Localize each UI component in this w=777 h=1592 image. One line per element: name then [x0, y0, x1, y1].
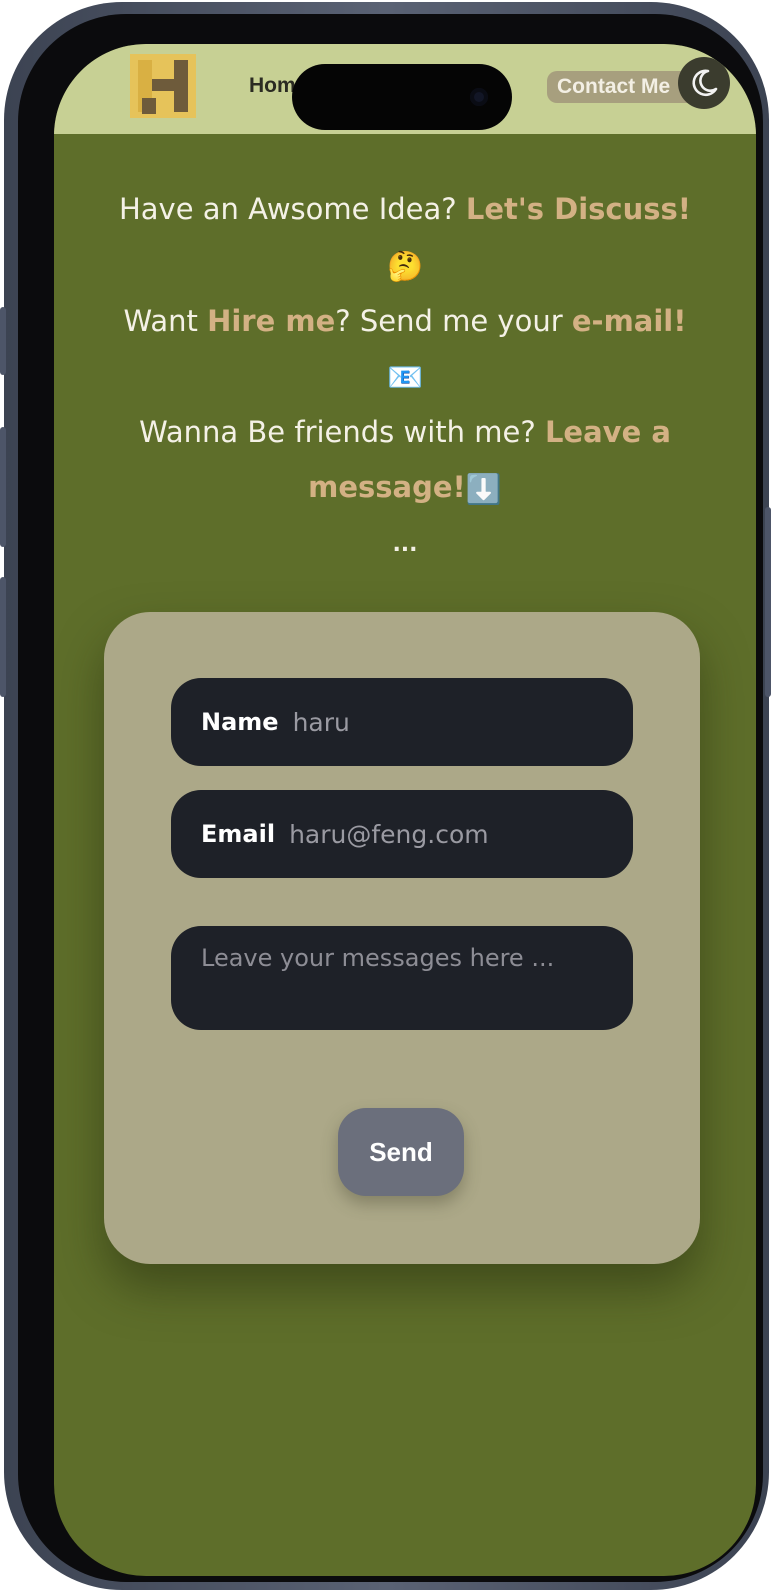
theme-toggle-button[interactable] — [678, 57, 730, 109]
phone-frame: Hom Contact Me Have an Awsome Idea? Let'… — [0, 2, 771, 1590]
message-field[interactable] — [171, 926, 633, 1030]
hire-me-highlight: Hire me — [207, 303, 336, 338]
name-field[interactable]: Name — [171, 678, 633, 766]
send-button[interactable]: Send — [338, 1108, 464, 1196]
ellipsis: ... — [392, 531, 418, 557]
phone-bezel: Hom Contact Me Have an Awsome Idea? Let'… — [18, 14, 763, 1582]
intro-line-2-text-a: Want — [123, 303, 208, 338]
name-input[interactable] — [292, 707, 573, 737]
email-input[interactable] — [289, 819, 570, 849]
message-textarea[interactable] — [201, 944, 601, 1014]
action-button — [0, 307, 6, 375]
intro-line-3: Wanna Be friends with me? Leave a messag… — [74, 405, 736, 517]
envelope-icon: 📧 — [386, 360, 424, 394]
intro-line-2-text-b: ? Send me your — [335, 303, 572, 338]
intro-line-3-text: Wanna Be friends with me? — [139, 415, 545, 449]
email-highlight: e-mail! — [571, 303, 687, 338]
lets-discuss-highlight: Let's Discuss! — [465, 192, 691, 226]
logo[interactable] — [130, 54, 196, 118]
volume-down-button — [0, 577, 6, 697]
intro-line-1: Have an Awsome Idea? Let's Discuss! — [74, 182, 736, 237]
down-arrow-icon: ⬇️ — [465, 471, 502, 506]
thinking-face-icon: 🤔 — [386, 248, 424, 283]
name-label: Name — [201, 708, 279, 736]
screen: Hom Contact Me Have an Awsome Idea? Let'… — [54, 44, 756, 1576]
intro-line-2: Want Hire me? Send me your e-mail! — [74, 294, 736, 349]
intro-line-2-emoji-row: 📧 — [74, 349, 736, 406]
volume-up-button — [0, 427, 6, 547]
intro-text: Have an Awsome Idea? Let's Discuss! 🤔 Wa… — [74, 182, 736, 572]
email-label: Email — [201, 820, 276, 848]
intro-line-1-text: Have an Awsome Idea? — [118, 192, 466, 226]
power-button — [765, 507, 771, 697]
moon-icon — [692, 69, 718, 97]
nav-home-link[interactable]: Hom — [249, 74, 296, 98]
intro-line-1-emoji-row: 🤔 — [74, 237, 736, 294]
dynamic-island — [292, 64, 512, 130]
contact-form-card: Name Email Send — [104, 612, 700, 1264]
front-camera — [470, 88, 488, 106]
logo-mark — [130, 54, 196, 118]
email-field[interactable]: Email — [171, 790, 633, 878]
